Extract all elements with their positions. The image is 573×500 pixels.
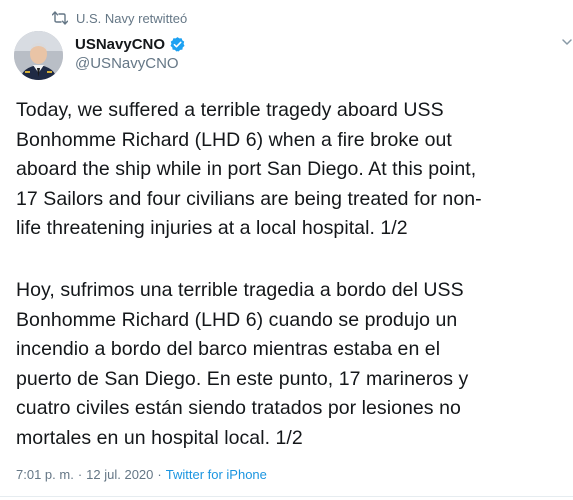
avatar[interactable] — [14, 31, 63, 80]
retweet-label: U.S. Navy retwitteó — [76, 10, 188, 26]
separator: · — [157, 467, 162, 482]
tweet-card: U.S. Navy retwitteó USNavyCNO @USNavyCNO — [0, 0, 573, 500]
tweet-time[interactable]: 7:01 p. m. — [16, 467, 74, 482]
separator: · — [77, 467, 83, 482]
display-name[interactable]: USNavyCNO — [75, 36, 165, 53]
tweet-date[interactable]: 12 jul. 2020 — [86, 467, 153, 482]
retweet-icon — [52, 11, 68, 25]
tweet-source-link[interactable]: Twitter for iPhone — [166, 467, 267, 482]
divider — [0, 496, 573, 497]
chevron-down-icon[interactable] — [561, 36, 573, 48]
author-name-row[interactable]: USNavyCNO — [75, 34, 186, 54]
author-handle[interactable]: @USNavyCNO — [75, 55, 179, 72]
tweet-text-spanish: Hoy, sufrimos una terrible tragedia a bo… — [16, 279, 469, 449]
tweet-metadata: 7:01 p. m. · 12 jul. 2020 · Twitter for … — [16, 467, 267, 482]
tweet-text-english: Today, we suffered a terrible tragedy ab… — [16, 99, 482, 239]
verified-badge-icon — [169, 36, 186, 53]
retweet-context[interactable]: U.S. Navy retwitteó — [52, 9, 187, 27]
